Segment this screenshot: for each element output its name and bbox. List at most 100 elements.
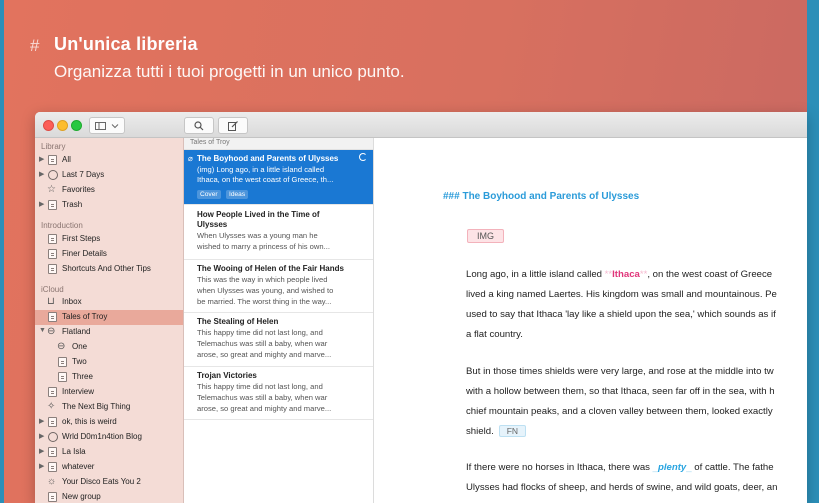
editor-line[interactable]: shield. FN — [466, 425, 527, 437]
disclosure-arrow-icon[interactable]: ▶ — [39, 155, 44, 163]
sidebar-item-label: ok, this is weird — [62, 417, 117, 426]
sidebar-item-favorites[interactable]: ☆ Favorites — [35, 183, 183, 198]
sidebar-item-next-big-thing[interactable]: ✧ The Next Big Thing — [35, 400, 183, 415]
sidebar-section-introduction: Introduction — [41, 221, 83, 230]
image-placeholder-tag[interactable]: IMG — [467, 229, 504, 243]
left-edge-strip — [0, 0, 4, 503]
sidebar-item-label: Two — [72, 357, 87, 366]
sidebar-item-three[interactable]: Three — [35, 370, 183, 385]
paperclip-icon: ⌀ — [188, 154, 193, 163]
note-excerpt: arose, so great and mighty and marve... — [197, 404, 332, 413]
notes-list-header: Tales of Troy — [184, 138, 373, 150]
close-window-button[interactable] — [43, 120, 54, 131]
sidebar-item-whatever[interactable]: ▶ whatever — [35, 460, 183, 475]
note-excerpt: (img) Long ago, in a little island calle… — [197, 165, 325, 174]
editor-heading[interactable]: ### The Boyhood and Parents of Ulysses — [443, 191, 639, 202]
note-title: The Boyhood and Parents of Ulysses — [197, 154, 339, 163]
sidebar-toggle-button[interactable] — [89, 117, 125, 134]
sparkle-icon: ✧ — [47, 401, 56, 412]
document-icon — [48, 387, 57, 397]
sidebar-item-label: Flatland — [62, 327, 91, 336]
sidebar-item-wrld-blog[interactable]: ▶ Wrld D0m1n4tion Blog — [35, 430, 183, 445]
note-excerpt: This was the way in which people lived — [197, 275, 328, 284]
sidebar-item-label: Shortcuts And Other Tips — [62, 264, 151, 273]
footnote-tag[interactable]: FN — [498, 425, 527, 437]
document-icon — [58, 372, 67, 382]
note-item[interactable]: Trojan Victories This happy time did not… — [184, 367, 373, 420]
sidebar-item-two[interactable]: Two — [35, 355, 183, 370]
sidebar-item-shortcuts[interactable]: Shortcuts And Other Tips — [35, 262, 183, 277]
info-icon — [48, 432, 58, 442]
editor-line[interactable]: a flat country. — [466, 329, 523, 340]
document-icon — [48, 234, 57, 244]
zoom-window-button[interactable] — [71, 120, 82, 131]
note-excerpt: Ithaca, on the west coast of Greece, th.… — [197, 175, 334, 184]
group-icon: ⊖ — [47, 326, 56, 337]
note-excerpt: wished to marry a princess of his own... — [197, 242, 330, 251]
editor-line[interactable]: But in those times shields were very lar… — [466, 366, 774, 377]
sync-spinner-icon — [359, 153, 367, 161]
note-tag[interactable]: Ideas — [226, 190, 249, 199]
note-excerpt: arose, so great and mighty and marve... — [197, 350, 332, 359]
window-titlebar — [35, 112, 807, 138]
note-title: The Stealing of Helen — [197, 317, 279, 326]
sidebar-item-label: New group — [62, 492, 101, 501]
bold-text: Ithaca — [612, 269, 640, 280]
document-icon — [48, 249, 57, 259]
note-excerpt: Telemachus was still a baby, when war — [197, 393, 328, 402]
sidebar-item-label: Interview — [62, 387, 95, 396]
sidebar-item-finer-details[interactable]: Finer Details — [35, 247, 183, 262]
sidebar-item-label: Finer Details — [62, 249, 107, 258]
editor-line[interactable]: Ulysses had flocks of sheep, and herds o… — [466, 482, 777, 493]
sidebar-item-all[interactable]: ▶ All — [35, 153, 183, 168]
editor-line[interactable]: chief mountain peaks, and a cloven valle… — [466, 406, 773, 417]
disclosure-arrow-open-icon[interactable]: ▼ — [39, 327, 46, 334]
sidebar-item-flatland[interactable]: ▼ ⊖ Flatland — [35, 325, 183, 340]
chevron-down-icon — [111, 123, 119, 128]
sidebar-section-library: Library — [41, 142, 66, 151]
note-tag[interactable]: Cover — [197, 190, 221, 199]
search-button[interactable] — [184, 117, 214, 134]
app-window: Library ▶ All ▶ Last 7 Days ☆ Favorites … — [35, 112, 807, 503]
sidebar-item-one[interactable]: ⊖ One — [35, 340, 183, 355]
sidebar-item-inbox[interactable]: ⊔ Inbox — [35, 295, 183, 310]
editor-pane[interactable]: ### The Boyhood and Parents of Ulysses I… — [374, 138, 807, 503]
sidebar-item-la-isla[interactable]: ▶ La Isla — [35, 445, 183, 460]
sidebar-item-ok-this-is-weird[interactable]: ▶ ok, this is weird — [35, 415, 183, 430]
disclosure-arrow-icon[interactable]: ▶ — [39, 417, 44, 425]
editor-line[interactable]: If there were no horses in Ithaca, there… — [466, 462, 774, 473]
compose-icon — [228, 120, 238, 131]
disclosure-arrow-icon[interactable]: ▶ — [39, 447, 44, 455]
editor-line[interactable]: Long ago, in a little island called **It… — [466, 269, 772, 280]
note-title: How People Lived in the Time of — [197, 210, 320, 219]
note-item[interactable]: The Wooing of Helen of the Fair Hands Th… — [184, 260, 373, 313]
editor-line[interactable]: used to say that Ithaca 'lay like a shie… — [466, 309, 776, 320]
note-excerpt: This happy time did not last long, and — [197, 382, 323, 391]
sidebar-item-label: One — [72, 342, 88, 351]
sidebar-item-label: The Next Big Thing — [62, 402, 131, 411]
note-title: Trojan Victories — [197, 371, 257, 380]
sidebar-item-first-steps[interactable]: First Steps — [35, 232, 183, 247]
note-item[interactable]: The Stealing of Helen This happy time di… — [184, 313, 373, 367]
sidebar-item-interview[interactable]: Interview — [35, 385, 183, 400]
sidebar-item-last-7-days[interactable]: ▶ Last 7 Days — [35, 168, 183, 183]
compose-button[interactable] — [218, 117, 248, 134]
sidebar-item-new-group[interactable]: New group — [35, 490, 183, 503]
document-icon — [48, 417, 57, 427]
editor-line[interactable]: with a hollow between them, so that Itha… — [466, 386, 775, 397]
sidebar-item-your-disco[interactable]: ☼ Your Disco Eats You 2 — [35, 475, 183, 490]
note-item[interactable]: ⌀ The Boyhood and Parents of Ulysses (im… — [184, 150, 373, 205]
note-item[interactable]: How People Lived in the Time of Ulysses … — [184, 205, 373, 260]
editor-line[interactable]: lived a king named Laertes. His kingdom … — [466, 289, 777, 300]
sidebar-item-label: La Isla — [62, 447, 86, 456]
document-icon — [48, 264, 57, 274]
sidebar-item-tales-of-troy[interactable]: Tales of Troy — [35, 310, 183, 325]
notes-group-title: Tales of Troy — [190, 139, 230, 146]
minimize-window-button[interactable] — [57, 120, 68, 131]
disclosure-arrow-icon[interactable]: ▶ — [39, 462, 44, 470]
disclosure-arrow-icon[interactable]: ▶ — [39, 200, 44, 208]
disclosure-arrow-icon[interactable]: ▶ — [39, 432, 44, 440]
document-icon — [48, 462, 57, 472]
disclosure-arrow-icon[interactable]: ▶ — [39, 170, 44, 178]
sidebar-item-trash[interactable]: ▶ Trash — [35, 198, 183, 213]
